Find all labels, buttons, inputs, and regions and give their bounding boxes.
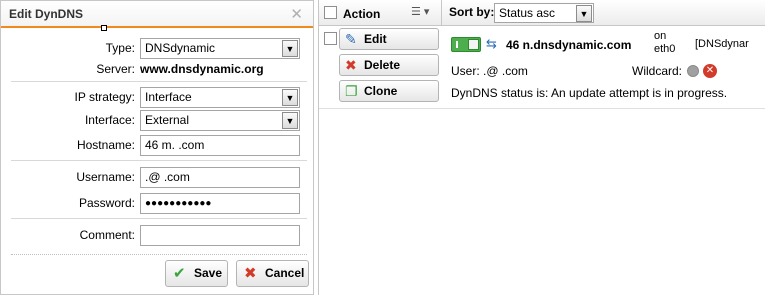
- resize-handle[interactable]: [101, 25, 107, 31]
- interface-value: External: [145, 113, 190, 127]
- hostname-row: Hostname: 46 m. .com: [1, 135, 315, 157]
- server-label: Server:: [96, 62, 135, 76]
- dyndns-list: Action ☰ ▾ Sort by: Status asc ▼ ✎ Edit …: [318, 0, 765, 295]
- row-separator: [319, 108, 765, 109]
- entry-type: [DNSdynar: [695, 38, 749, 50]
- type-select-value: DNSdynamic: [145, 41, 216, 55]
- header-separator: [441, 0, 442, 26]
- type-row: Type: DNSdynamic ▼: [1, 38, 315, 60]
- separator: [11, 81, 307, 82]
- select-all-checkbox[interactable]: [324, 6, 337, 19]
- comment-row: Comment:: [1, 225, 315, 247]
- entry-interface: on eth0: [654, 30, 675, 56]
- sort-by-label: Sort by:: [449, 5, 495, 19]
- chevron-down-icon[interactable]: ▼: [282, 112, 298, 129]
- password-row: Password: ●●●●●●●●●●●: [1, 193, 315, 215]
- edit-dyndns-dialog: Edit DynDNS ✕ Type: DNSdynamic ▼ Server:…: [0, 0, 314, 295]
- clone-button[interactable]: ❐ Clone: [339, 80, 439, 102]
- sort-select[interactable]: Status asc ▼: [494, 3, 594, 23]
- toggle-knob: [468, 39, 479, 50]
- username-input[interactable]: .@ .com: [140, 167, 300, 188]
- save-button[interactable]: ✔ Save: [165, 260, 228, 287]
- ip-strategy-label: IP strategy:: [74, 90, 135, 104]
- type-select[interactable]: DNSdynamic ▼: [140, 38, 300, 59]
- comment-input[interactable]: [140, 225, 300, 246]
- row-checkbox[interactable]: [324, 32, 337, 45]
- dialog-title: Edit DynDNS: [9, 7, 84, 21]
- separator: [11, 254, 307, 255]
- cancel-button-label: Cancel: [265, 266, 305, 280]
- entry-status: DynDNS status is: An update attempt is i…: [451, 86, 728, 100]
- interface-label: Interface:: [84, 113, 135, 127]
- action-column-header: Action: [343, 7, 381, 21]
- list-header: Action ☰ ▾ Sort by: Status asc ▼: [319, 0, 765, 26]
- edit-icon: ✎: [345, 31, 357, 47]
- chevron-down-icon[interactable]: ▼: [576, 5, 592, 22]
- dialog-title-bar: Edit DynDNS ✕: [1, 1, 313, 28]
- separator: [11, 160, 307, 161]
- cancel-button[interactable]: ✖ Cancel: [236, 260, 309, 287]
- columns-menu-icon[interactable]: ☰ ▾: [411, 5, 429, 18]
- server-row: Server: www.dnsdynamic.org: [1, 59, 315, 81]
- clone-button-label: Clone: [364, 84, 398, 98]
- wildcard-status-icon: [687, 65, 699, 77]
- username-label: Username:: [76, 170, 135, 184]
- edit-button[interactable]: ✎ Edit: [339, 28, 439, 50]
- username-row: Username: .@ .com: [1, 167, 315, 189]
- edit-button-label: Edit: [364, 32, 387, 46]
- cross-icon: ✖: [244, 265, 257, 282]
- save-button-label: Save: [194, 266, 223, 280]
- entry-user: User: .@ .com: [451, 64, 528, 78]
- close-icon[interactable]: ✕: [290, 1, 303, 28]
- interface-row: Interface: External ▼: [1, 110, 315, 132]
- hostname-input[interactable]: 46 m. .com: [140, 135, 300, 156]
- comment-label: Comment:: [79, 228, 135, 242]
- enable-toggle[interactable]: [451, 37, 481, 52]
- clone-icon: ❐: [345, 83, 358, 99]
- chevron-down-icon[interactable]: ▼: [282, 40, 298, 57]
- entry-hostname: 46 n.dnsdynamic.com: [506, 38, 632, 52]
- toggle-on-mark: [456, 41, 458, 48]
- password-input[interactable]: ●●●●●●●●●●●: [140, 193, 300, 214]
- ip-strategy-value: Interface: [145, 90, 192, 104]
- ip-strategy-select[interactable]: Interface ▼: [140, 87, 300, 108]
- chevron-down-icon[interactable]: ▼: [282, 89, 298, 106]
- ip-strategy-row: IP strategy: Interface ▼: [1, 87, 315, 109]
- entry-on-label: on: [654, 30, 667, 42]
- delete-icon: ✖: [345, 57, 357, 73]
- checkmark-icon: ✔: [173, 265, 186, 282]
- network-interface-icon: ⇆: [486, 36, 497, 51]
- delete-button-label: Delete: [364, 58, 401, 72]
- entry-interface-name: eth0: [654, 43, 676, 55]
- delete-button[interactable]: ✖ Delete: [339, 54, 439, 76]
- password-label: Password:: [78, 196, 135, 210]
- sort-select-value: Status asc: [499, 6, 556, 20]
- server-value: www.dnsdynamic.org: [140, 62, 264, 76]
- hostname-label: Hostname:: [76, 138, 135, 152]
- separator: [11, 218, 307, 219]
- wildcard-disabled-icon: ✕: [703, 64, 717, 78]
- type-label: Type:: [105, 41, 135, 55]
- wildcard-label: Wildcard:: [632, 64, 683, 78]
- interface-select[interactable]: External ▼: [140, 110, 300, 131]
